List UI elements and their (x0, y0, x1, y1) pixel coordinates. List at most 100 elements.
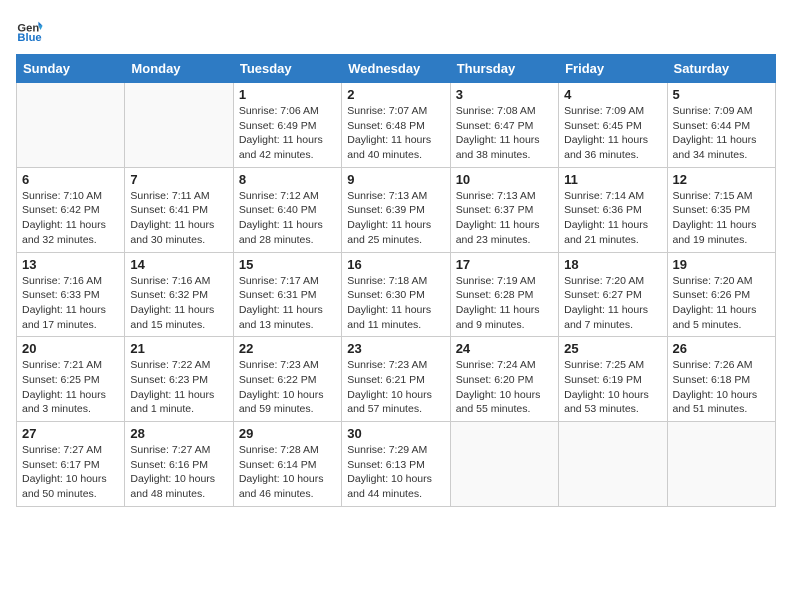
day-number: 6 (22, 172, 119, 187)
calendar-day-cell: 29 Sunrise: 7:28 AMSunset: 6:14 PMDayligh… (233, 422, 341, 507)
calendar-day-cell: 18Sunrise: 7:20 AMSunset: 6:27 PMDayligh… (559, 252, 667, 337)
logo-icon: Gen Blue (16, 16, 44, 44)
day-number: 15 (239, 257, 336, 272)
calendar-day-cell: 20 Sunrise: 7:21 AMSunset: 6:25 PMDayligh… (17, 337, 125, 422)
week-row: 27 Sunrise: 7:27 AMSunset: 6:17 PMDayligh… (17, 422, 776, 507)
day-number: 22 (239, 341, 336, 356)
week-row: 6 Sunrise: 7:10 AMSunset: 6:42 PMDaylight… (17, 167, 776, 252)
day-number: 30 (347, 426, 444, 441)
day-info: Sunrise: 7:25 AMSunset: 6:19 PMDaylight:… (564, 358, 661, 417)
calendar-day-cell: 19 Sunrise: 7:20 AMSunset: 6:26 PMDayligh… (667, 252, 775, 337)
day-number: 29 (239, 426, 336, 441)
calendar-day-cell: 16 Sunrise: 7:18 AMSunset: 6:30 PMDayligh… (342, 252, 450, 337)
calendar-day-cell: 23 Sunrise: 7:23 AMSunset: 6:21 PMDayligh… (342, 337, 450, 422)
day-number: 9 (347, 172, 444, 187)
day-info: Sunrise: 7:08 AMSunset: 6:47 PMDaylight:… (456, 104, 553, 163)
day-number: 20 (22, 341, 119, 356)
calendar-day-cell: 7 Sunrise: 7:11 AMSunset: 6:41 PMDaylight… (125, 167, 233, 252)
calendar-day-cell: 17 Sunrise: 7:19 AMSunset: 6:28 PMDayligh… (450, 252, 558, 337)
calendar-table: SundayMondayTuesdayWednesdayThursdayFrid… (16, 54, 776, 507)
day-info: Sunrise: 7:12 AMSunset: 6:40 PMDaylight:… (239, 189, 336, 248)
day-number: 17 (456, 257, 553, 272)
calendar-day-cell: 26 Sunrise: 7:26 AMSunset: 6:18 PMDayligh… (667, 337, 775, 422)
day-number: 19 (673, 257, 770, 272)
calendar-day-cell: 11 Sunrise: 7:14 AMSunset: 6:36 PMDayligh… (559, 167, 667, 252)
day-number: 14 (130, 257, 227, 272)
day-info: Sunrise: 7:06 AMSunset: 6:49 PMDaylight:… (239, 104, 336, 163)
calendar-day-cell: 22 Sunrise: 7:23 AMSunset: 6:22 PMDayligh… (233, 337, 341, 422)
day-info: Sunrise: 7:23 AMSunset: 6:21 PMDaylight:… (347, 358, 444, 417)
calendar-day-cell: 13 Sunrise: 7:16 AMSunset: 6:33 PMDayligh… (17, 252, 125, 337)
week-row: 13 Sunrise: 7:16 AMSunset: 6:33 PMDayligh… (17, 252, 776, 337)
day-number: 4 (564, 87, 661, 102)
day-info: Sunrise: 7:19 AMSunset: 6:28 PMDaylight:… (456, 274, 553, 333)
svg-text:Blue: Blue (17, 32, 41, 44)
day-info: Sunrise: 7:13 AMSunset: 6:39 PMDaylight:… (347, 189, 444, 248)
day-number: 10 (456, 172, 553, 187)
week-row: 1 Sunrise: 7:06 AMSunset: 6:49 PMDaylight… (17, 83, 776, 168)
day-number: 13 (22, 257, 119, 272)
calendar-day-cell (17, 83, 125, 168)
day-of-week-header: Saturday (667, 55, 775, 83)
calendar-day-cell: 1 Sunrise: 7:06 AMSunset: 6:49 PMDaylight… (233, 83, 341, 168)
day-number: 12 (673, 172, 770, 187)
calendar-day-cell: 8Sunrise: 7:12 AMSunset: 6:40 PMDaylight… (233, 167, 341, 252)
day-info: Sunrise: 7:10 AMSunset: 6:42 PMDaylight:… (22, 189, 119, 248)
day-info: Sunrise: 7:09 AMSunset: 6:45 PMDaylight:… (564, 104, 661, 163)
page-header: Gen Blue (16, 16, 776, 44)
calendar-day-cell: 6 Sunrise: 7:10 AMSunset: 6:42 PMDaylight… (17, 167, 125, 252)
day-info: Sunrise: 7:16 AMSunset: 6:33 PMDaylight:… (22, 274, 119, 333)
calendar-day-cell: 30 Sunrise: 7:29 AMSunset: 6:13 PMDayligh… (342, 422, 450, 507)
calendar-day-cell (559, 422, 667, 507)
day-number: 26 (673, 341, 770, 356)
day-info: Sunrise: 7:20 AMSunset: 6:26 PMDaylight:… (673, 274, 770, 333)
calendar-day-cell: 28Sunrise: 7:27 AMSunset: 6:16 PMDayligh… (125, 422, 233, 507)
day-info: Sunrise: 7:15 AMSunset: 6:35 PMDaylight:… (673, 189, 770, 248)
day-number: 27 (22, 426, 119, 441)
calendar-day-cell (125, 83, 233, 168)
day-of-week-header: Friday (559, 55, 667, 83)
day-info: Sunrise: 7:21 AMSunset: 6:25 PMDaylight:… (22, 358, 119, 417)
calendar-header-row: SundayMondayTuesdayWednesdayThursdayFrid… (17, 55, 776, 83)
calendar-day-cell: 25 Sunrise: 7:25 AMSunset: 6:19 PMDayligh… (559, 337, 667, 422)
week-row: 20 Sunrise: 7:21 AMSunset: 6:25 PMDayligh… (17, 337, 776, 422)
day-info: Sunrise: 7:28 AMSunset: 6:14 PMDaylight:… (239, 443, 336, 502)
day-of-week-header: Monday (125, 55, 233, 83)
day-of-week-header: Sunday (17, 55, 125, 83)
day-number: 25 (564, 341, 661, 356)
calendar-day-cell: 9 Sunrise: 7:13 AMSunset: 6:39 PMDaylight… (342, 167, 450, 252)
day-number: 1 (239, 87, 336, 102)
day-info: Sunrise: 7:23 AMSunset: 6:22 PMDaylight:… (239, 358, 336, 417)
day-info: Sunrise: 7:26 AMSunset: 6:18 PMDaylight:… (673, 358, 770, 417)
day-info: Sunrise: 7:22 AMSunset: 6:23 PMDaylight:… (130, 358, 227, 417)
day-of-week-header: Thursday (450, 55, 558, 83)
calendar-day-cell: 21 Sunrise: 7:22 AMSunset: 6:23 PMDayligh… (125, 337, 233, 422)
day-number: 21 (130, 341, 227, 356)
day-info: Sunrise: 7:11 AMSunset: 6:41 PMDaylight:… (130, 189, 227, 248)
day-info: Sunrise: 7:09 AMSunset: 6:44 PMDaylight:… (673, 104, 770, 163)
day-of-week-header: Tuesday (233, 55, 341, 83)
calendar-day-cell: 24Sunrise: 7:24 AMSunset: 6:20 PMDayligh… (450, 337, 558, 422)
day-info: Sunrise: 7:27 AMSunset: 6:17 PMDaylight:… (22, 443, 119, 502)
day-number: 11 (564, 172, 661, 187)
day-number: 24 (456, 341, 553, 356)
day-info: Sunrise: 7:17 AMSunset: 6:31 PMDaylight:… (239, 274, 336, 333)
day-number: 2 (347, 87, 444, 102)
calendar-day-cell: 2 Sunrise: 7:07 AMSunset: 6:48 PMDaylight… (342, 83, 450, 168)
day-number: 16 (347, 257, 444, 272)
day-number: 7 (130, 172, 227, 187)
logo: Gen Blue (16, 16, 48, 44)
calendar-day-cell: 10 Sunrise: 7:13 AMSunset: 6:37 PMDayligh… (450, 167, 558, 252)
day-info: Sunrise: 7:18 AMSunset: 6:30 PMDaylight:… (347, 274, 444, 333)
calendar-day-cell: 4 Sunrise: 7:09 AMSunset: 6:45 PMDaylight… (559, 83, 667, 168)
calendar-day-cell (667, 422, 775, 507)
day-number: 23 (347, 341, 444, 356)
day-info: Sunrise: 7:14 AMSunset: 6:36 PMDaylight:… (564, 189, 661, 248)
day-number: 28 (130, 426, 227, 441)
day-info: Sunrise: 7:29 AMSunset: 6:13 PMDaylight:… (347, 443, 444, 502)
day-number: 3 (456, 87, 553, 102)
day-info: Sunrise: 7:16 AMSunset: 6:32 PMDaylight:… (130, 274, 227, 333)
day-number: 18 (564, 257, 661, 272)
day-info: Sunrise: 7:07 AMSunset: 6:48 PMDaylight:… (347, 104, 444, 163)
day-info: Sunrise: 7:13 AMSunset: 6:37 PMDaylight:… (456, 189, 553, 248)
